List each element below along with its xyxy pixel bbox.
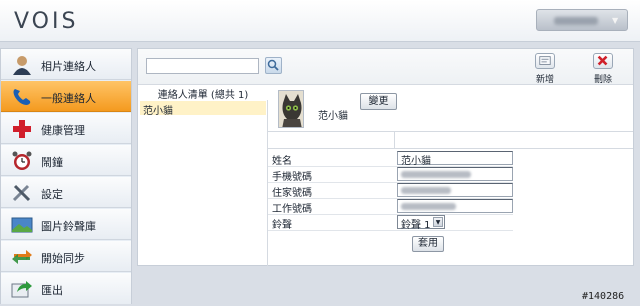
sidebar-item-label: 相片連絡人	[41, 60, 96, 73]
delete-label: 刪除	[593, 75, 612, 85]
sidebar-item-alarm[interactable]: 鬧鐘	[1, 145, 131, 176]
cat-photo	[279, 91, 303, 127]
blurred-username	[554, 17, 598, 25]
sidebar-item-label: 鬧鐘	[41, 156, 63, 169]
contact-avatar	[278, 90, 304, 128]
name-field[interactable]: 范小貓	[397, 151, 513, 167]
contact-list: 范小貓	[138, 100, 268, 266]
blurred-value	[401, 203, 456, 210]
list-item[interactable]: 范小貓	[140, 101, 266, 117]
sidebar-item-contacts[interactable]: 一般連絡人	[1, 81, 131, 112]
name-label: 姓名	[272, 156, 292, 167]
sidebar-item-label: 開始同步	[41, 252, 85, 265]
sidebar-item-label: 健康管理	[41, 124, 85, 137]
work-phone-field[interactable]	[397, 199, 513, 213]
sidebar-item-label: 圖片鈴聲庫	[41, 220, 96, 233]
search-button[interactable]	[265, 57, 282, 74]
chevron-down-icon: ▼	[433, 217, 443, 227]
app-header: VOIS ▼	[0, 0, 640, 42]
chevron-down-icon: ▼	[612, 16, 619, 25]
add-icon	[535, 53, 555, 69]
sidebar-item-health[interactable]: 健康管理	[1, 113, 131, 144]
svg-text:VOIS: VOIS	[14, 9, 78, 33]
sidebar-item-sync[interactable]: 開始同步	[1, 241, 131, 272]
sidebar-item-export[interactable]: 匯出	[1, 273, 131, 304]
search-icon	[267, 59, 279, 71]
apply-button[interactable]: 套用	[412, 236, 444, 252]
tools-icon	[12, 184, 31, 202]
sidebar: 相片連絡人 一般連絡人 健康管理 鬧鐘 設定 圖片鈴聲庫 開始同步 匯出	[0, 48, 132, 304]
delete-button[interactable]: 刪除	[587, 53, 619, 85]
row-divider	[268, 230, 513, 231]
home-phone-label: 住家號碼	[272, 188, 312, 199]
sidebar-item-label: 設定	[41, 188, 63, 201]
sidebar-item-ringtone-library[interactable]: 圖片鈴聲庫	[1, 209, 131, 240]
blurred-value	[401, 187, 451, 194]
contact-name: 范小貓	[318, 111, 348, 122]
vois-logo: VOIS	[14, 9, 78, 33]
sidebar-item-photo-contacts[interactable]: 相片連絡人	[1, 49, 131, 80]
ringtone-select[interactable]: 鈴聲 1 ▼	[397, 215, 445, 231]
toolbar: 新增 刪除	[138, 49, 633, 85]
export-icon	[11, 281, 32, 298]
add-button[interactable]: 新增	[529, 53, 561, 85]
image-icon	[11, 217, 33, 233]
person-icon	[13, 56, 31, 75]
ringtone-label: 鈴聲	[272, 220, 292, 231]
red-cross-icon	[13, 120, 31, 138]
add-label: 新增	[535, 75, 554, 85]
contact-list-header: 連絡人清單 (總共 1)	[157, 90, 249, 101]
sidebar-item-settings[interactable]: 設定	[1, 177, 131, 208]
row-divider	[268, 214, 513, 215]
contact-detail: 范小貓 變更 姓名 范小貓 手機號碼 住家號碼 工作號碼 鈴聲 鈴聲 1 ▼ 套…	[268, 85, 633, 266]
blurred-value	[401, 171, 471, 178]
search-input[interactable]	[146, 58, 259, 74]
delete-icon	[593, 53, 613, 69]
alarm-clock-icon	[12, 151, 32, 170]
phone-icon	[13, 89, 31, 105]
detail-separator	[268, 131, 633, 149]
sidebar-item-label: 一般連絡人	[41, 92, 96, 105]
mobile-label: 手機號碼	[272, 172, 312, 183]
mobile-field[interactable]	[397, 167, 513, 181]
sidebar-item-label: 匯出	[41, 284, 63, 297]
watermark: #140286	[582, 291, 625, 302]
column-divider	[394, 132, 395, 148]
account-dropdown[interactable]: ▼	[536, 9, 628, 31]
work-phone-label: 工作號碼	[272, 204, 312, 215]
home-phone-field[interactable]	[397, 183, 513, 197]
main-panel: 新增 刪除 連絡人清單 (總共 1) 范小貓 范小貓 變更 姓名 范小貓 手機號…	[137, 48, 634, 266]
change-photo-button[interactable]: 變更	[360, 93, 397, 110]
sync-icon	[12, 250, 32, 264]
